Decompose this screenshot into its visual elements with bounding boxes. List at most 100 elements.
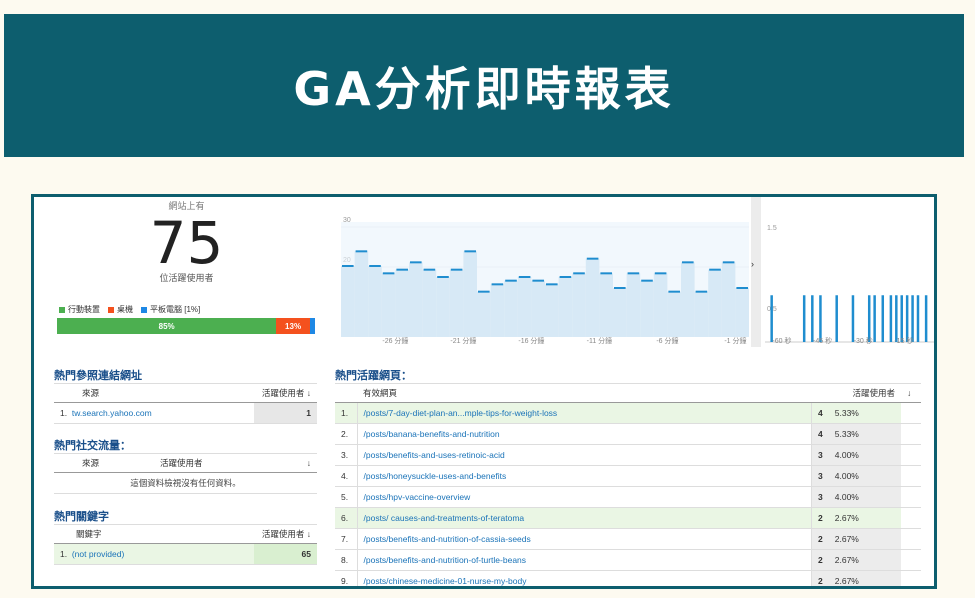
title-banner: GA分析即時報表: [4, 14, 964, 157]
legend-mobile[interactable]: 行動裝置: [59, 304, 100, 315]
area-segment: [409, 262, 423, 337]
area-segment: [640, 280, 654, 337]
sort-arrow-icon[interactable]: ↓: [279, 453, 317, 473]
page-path-link[interactable]: /posts/benefits-and-nutrition-of-cassia-…: [357, 528, 811, 550]
table-row[interactable]: 1. (not provided) 65: [54, 543, 317, 565]
area-segment: [599, 273, 613, 337]
referrals-title: 熱門參照連結網址: [54, 370, 142, 382]
page-path-link[interactable]: /posts/benefits-and-uses-retinoic-acid: [357, 444, 811, 466]
area-segment: [368, 266, 382, 337]
row-number: 1.: [60, 549, 68, 559]
page-users: 3: [810, 444, 829, 466]
bar: [819, 295, 822, 342]
x-tick-label: -60 秒: [772, 336, 791, 345]
keyword-users: 65: [254, 543, 317, 565]
page-users: 2: [810, 528, 829, 550]
page-users: 2: [810, 507, 829, 529]
table-row[interactable]: 1./posts/7-day-diet-plan-an...mple-tips-…: [335, 402, 921, 424]
keywords-title: 熱門關鍵字: [54, 511, 109, 523]
keywords-col-keyword[interactable]: 關鍵字: [54, 524, 254, 544]
page-path-link[interactable]: /posts/chinese-medicine-01-nurse-my-body: [357, 570, 811, 586]
area-segment: [572, 273, 586, 337]
referrals-col-users[interactable]: 活躍使用者 ↓: [254, 383, 317, 403]
keywords-col-users[interactable]: 活躍使用者 ↓: [254, 524, 317, 544]
x-tick-label: -26 分鐘: [382, 336, 408, 345]
legend-tablet[interactable]: 平板電腦 [1%]: [141, 304, 200, 315]
area-segment: [558, 277, 573, 337]
row-spacer: [901, 444, 921, 466]
table-row[interactable]: 6./posts/ causes-and-treatments-of-terat…: [335, 507, 921, 529]
row-number: 4.: [335, 465, 358, 487]
x-tick-label: -21 分鐘: [450, 336, 476, 345]
area-segment: [490, 284, 505, 337]
area-segment: [341, 266, 355, 337]
table-row[interactable]: 2./posts/banana-benefits-and-nutrition 4 5…: [335, 423, 921, 445]
page-path-link[interactable]: /posts/honeysuckle-uses-and-benefits: [357, 465, 811, 487]
page-path-link[interactable]: /posts/ causes-and-treatments-of-teratom…: [357, 507, 811, 529]
keyword-link[interactable]: (not provided): [72, 549, 124, 559]
table-row[interactable]: 9./posts/chinese-medicine-01-nurse-my-bo…: [335, 570, 921, 586]
sort-arrow-icon[interactable]: ↓: [901, 383, 921, 403]
bar: [851, 295, 855, 342]
social-empty-message: 這個資料檢視沒有任何資料。: [54, 472, 317, 494]
bar: [835, 295, 838, 342]
bar: [889, 295, 893, 342]
page-path-link[interactable]: /posts/7-day-diet-plan-an...mple-tips-fo…: [357, 402, 811, 424]
device-bar-mobile: 85%: [57, 318, 277, 334]
page-title: GA分析即時報表: [293, 61, 675, 116]
row-number: 1.: [335, 402, 358, 424]
page-path-link[interactable]: /posts/hpv-vaccine-overview: [357, 486, 811, 508]
area-segment: [517, 277, 532, 337]
chevron-right-icon: ›: [751, 259, 754, 269]
x-tick-label: -15 秒: [894, 336, 913, 345]
area-segment: [449, 269, 464, 337]
area-segment: [694, 291, 709, 337]
page-users-percent: 5.33%: [828, 402, 901, 424]
table-row[interactable]: 1. tw.search.yahoo.com 1: [54, 402, 317, 424]
row-spacer: [901, 549, 921, 571]
page-path-link[interactable]: /posts/benefits-and-nutrition-of-turtle-…: [357, 549, 811, 571]
area-segment: [735, 288, 749, 337]
legend-desktop[interactable]: 桌機: [108, 304, 133, 315]
area-segment: [721, 262, 736, 337]
page-path-link[interactable]: /posts/banana-benefits-and-nutrition: [357, 423, 811, 445]
social-col-source[interactable]: 來源: [54, 453, 154, 473]
page-users: 4: [810, 402, 829, 424]
area-segment: [531, 280, 545, 337]
referral-source-link[interactable]: tw.search.yahoo.com: [72, 408, 152, 418]
row-spacer: [901, 423, 921, 445]
area-segment: [545, 284, 559, 337]
area-segment: [422, 269, 437, 337]
table-row[interactable]: 5./posts/hpv-vaccine-overview 3 4.00%: [335, 486, 921, 508]
row-spacer: [901, 507, 921, 529]
x-tick-label: -16 分鐘: [518, 336, 544, 345]
bar: [802, 295, 806, 342]
bar: [900, 295, 903, 342]
table-row[interactable]: 4./posts/honeysuckle-uses-and-benefits 3 4…: [335, 465, 921, 487]
page-users: 3: [810, 486, 829, 508]
bar: [905, 295, 909, 342]
page-users-percent: 4.00%: [828, 465, 901, 487]
bar: [895, 295, 898, 342]
active-user-count: 75: [149, 209, 224, 277]
row-spacer: [901, 486, 921, 508]
x-tick-label: -6 分鐘: [656, 336, 678, 345]
referral-users: 1: [254, 402, 317, 424]
table-row[interactable]: 3./posts/benefits-and-uses-retinoic-acid…: [335, 444, 921, 466]
area-segment: [436, 277, 450, 337]
realtime-charts: 302010-26 分鐘-21 分鐘-16 分鐘-11 分鐘-6 分鐘-1 分鐘…: [341, 197, 934, 347]
social-col-users[interactable]: 活躍使用者: [154, 453, 280, 473]
referrals-col-source[interactable]: 來源: [54, 383, 254, 403]
pages-col-users[interactable]: 活躍使用者: [811, 383, 901, 403]
pages-col-page[interactable]: 有效網頁: [335, 383, 811, 403]
keywords-table: 關鍵字 活躍使用者 ↓ 1. (not provided) 65: [54, 524, 317, 565]
area-segment: [585, 258, 600, 337]
page-users-percent: 2.67%: [828, 570, 901, 586]
table-row[interactable]: 8./posts/benefits-and-nutrition-of-turtl…: [335, 549, 921, 571]
page-users-percent: 2.67%: [828, 549, 901, 571]
row-number: 2.: [335, 423, 358, 445]
area-segment: [354, 251, 369, 337]
area-segment: [395, 269, 409, 337]
bar: [911, 295, 914, 342]
table-row[interactable]: 7./posts/benefits-and-nutrition-of-cassi…: [335, 528, 921, 550]
